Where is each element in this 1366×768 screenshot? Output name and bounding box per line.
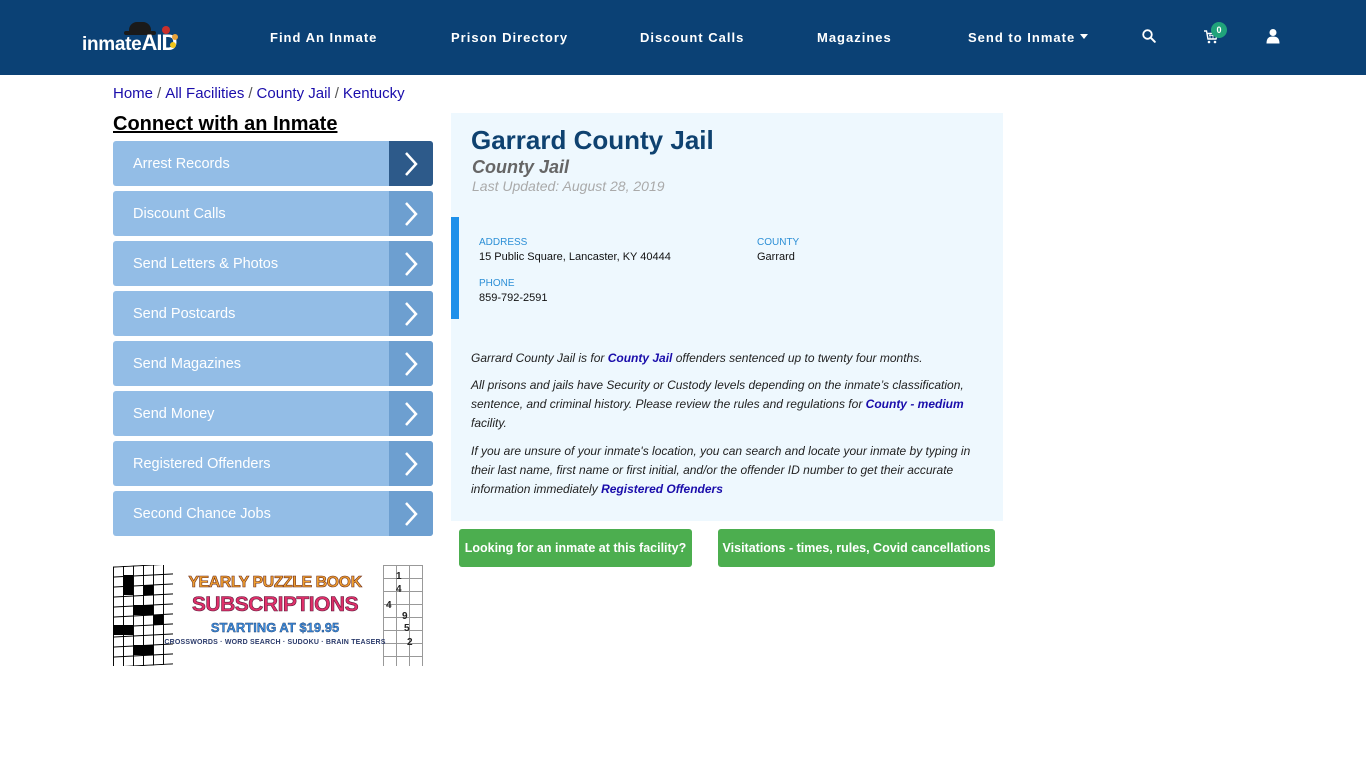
text: offenders sentenced up to twenty four mo… [672, 351, 923, 365]
logo-text-main: inmate [82, 34, 142, 55]
nav-label: Magazines [817, 30, 892, 45]
ad-headline: YEARLY PUZZLE BOOK [188, 574, 362, 592]
breadcrumb-separator: / [334, 85, 339, 102]
chevron-right-icon [389, 441, 433, 486]
description-paragraph-1: Garrard County Jail is for County Jail o… [471, 349, 986, 368]
sudoku-digit: 1 [396, 571, 402, 582]
sudoku-digit: 9 [402, 611, 408, 622]
sudoku-digit: 4 [396, 584, 402, 595]
ad-headline-2: SUBSCRIPTIONS [191, 593, 359, 617]
sudoku-digit: 4 [386, 600, 392, 611]
nav-send-to-inmate[interactable]: Send to Inmate [968, 30, 1089, 45]
breadcrumb-kentucky[interactable]: Kentucky [343, 85, 405, 102]
chevron-right-icon [389, 491, 433, 536]
nav-label: Find An Inmate [270, 30, 378, 45]
breadcrumb-separator: / [248, 85, 253, 102]
logo-leaf-icon [172, 34, 178, 40]
search-icon [1142, 29, 1156, 43]
sidebar-item-label: Arrest Records [133, 155, 230, 172]
sidebar-item-label: Discount Calls [133, 205, 226, 222]
registered-offenders-link[interactable]: Registered Offenders [601, 482, 723, 496]
crossword-block [143, 585, 153, 595]
chevron-right-icon [389, 191, 433, 236]
description-paragraph-2: All prisons and jails have Security or C… [471, 376, 986, 433]
sidebar-item-send-postcards[interactable]: Send Postcards [113, 291, 433, 336]
info-accent-bar [451, 217, 459, 319]
chevron-right-icon [389, 141, 433, 186]
sudoku-digit: 2 [407, 637, 413, 648]
sidebar-title: Connect with an Inmate [113, 113, 338, 135]
sidebar-item-send-letters-photos[interactable]: Send Letters & Photos [113, 241, 433, 286]
nav-discount-calls[interactable]: Discount Calls [640, 30, 744, 45]
puzzle-book-ad-banner[interactable]: 1 4 4 9 5 2 YEARLY PUZZLE BOOK SUBSCRIPT… [113, 565, 423, 666]
nav-label: Send to Inmate [968, 30, 1076, 45]
sidebar-menu: Arrest Records Discount Calls Send Lette… [113, 141, 433, 541]
sidebar-item-send-money[interactable]: Send Money [113, 391, 433, 436]
logo-leaf-icon [162, 26, 170, 34]
county-jail-link[interactable]: County Jail [608, 351, 673, 365]
search-button[interactable] [1139, 26, 1159, 46]
user-icon [1266, 29, 1280, 44]
crossword-block [153, 615, 163, 625]
facility-name: Garrard County Jail [471, 125, 714, 155]
text: Garrard County Jail is for [471, 351, 608, 365]
top-navbar: inmate AID Find An Inmate Prison Directo… [0, 0, 1366, 75]
crossword-block [133, 605, 153, 615]
sudoku-digit: 5 [404, 623, 410, 634]
sidebar-item-label: Send Letters & Photos [133, 255, 279, 272]
breadcrumb-all-facilities[interactable]: All Facilities [165, 85, 244, 102]
breadcrumb-separator: / [157, 85, 162, 102]
logo-leaf-icon [170, 42, 176, 48]
phone-label: PHONE [479, 278, 515, 289]
nav-magazines[interactable]: Magazines [817, 30, 892, 45]
phone-value: 859-792-2591 [479, 292, 548, 304]
sidebar-item-arrest-records[interactable]: Arrest Records [113, 141, 433, 186]
address-value: 15 Public Square, Lancaster, KY 40444 [479, 251, 671, 263]
chevron-right-icon [389, 241, 433, 286]
visitations-button[interactable]: Visitations - times, rules, Covid cancel… [718, 529, 995, 567]
sidebar-item-second-chance-jobs[interactable]: Second Chance Jobs [113, 491, 433, 536]
find-inmate-at-facility-button[interactable]: Looking for an inmate at this facility? [459, 529, 692, 567]
description-paragraph-3: If you are unsure of your inmate's locat… [471, 442, 986, 499]
nav-find-an-inmate[interactable]: Find An Inmate [270, 30, 377, 45]
cart-count-badge: 0 [1211, 22, 1227, 38]
text: facility. [471, 416, 507, 430]
facility-type: County Jail [472, 157, 570, 177]
sidebar-item-label: Send Magazines [133, 355, 242, 372]
crossword-block [113, 625, 133, 635]
county-value: Garrard [757, 251, 795, 263]
county-medium-link[interactable]: County - medium [866, 397, 964, 411]
sidebar-item-label: Send Money [133, 405, 215, 422]
crossword-block [123, 575, 133, 595]
chevron-right-icon [389, 291, 433, 336]
chevron-right-icon [389, 391, 433, 436]
sidebar-item-discount-calls[interactable]: Discount Calls [113, 191, 433, 236]
account-button[interactable] [1263, 26, 1283, 46]
sidebar-item-label: Send Postcards [133, 305, 236, 322]
breadcrumb-county-jail[interactable]: County Jail [257, 85, 331, 102]
sidebar-item-send-magazines[interactable]: Send Magazines [113, 341, 433, 386]
sidebar-item-label: Registered Offenders [133, 455, 271, 472]
nav-prison-directory[interactable]: Prison Directory [451, 30, 568, 45]
crossword-block [133, 645, 153, 655]
address-label: ADDRESS [479, 237, 528, 248]
nav-label: Prison Directory [451, 30, 569, 45]
sidebar-item-label: Second Chance Jobs [133, 505, 271, 522]
site-logo[interactable]: inmate AID [82, 22, 178, 55]
county-label: COUNTY [757, 237, 800, 248]
breadcrumb: Home / All Facilities / County Jail / Kentucky [113, 85, 405, 102]
last-updated: Last Updated: August 28, 2019 [472, 178, 665, 194]
caret-down-icon [1080, 34, 1089, 40]
ad-tagline: CROSSWORDS · WORD SEARCH · SUDOKU · BRAI… [164, 639, 386, 646]
breadcrumb-home[interactable]: Home [113, 85, 153, 102]
chevron-right-icon [389, 341, 433, 386]
ad-price: STARTING AT $19.95 [210, 620, 340, 635]
sidebar-item-registered-offenders[interactable]: Registered Offenders [113, 441, 433, 486]
nav-label: Discount Calls [640, 30, 745, 45]
